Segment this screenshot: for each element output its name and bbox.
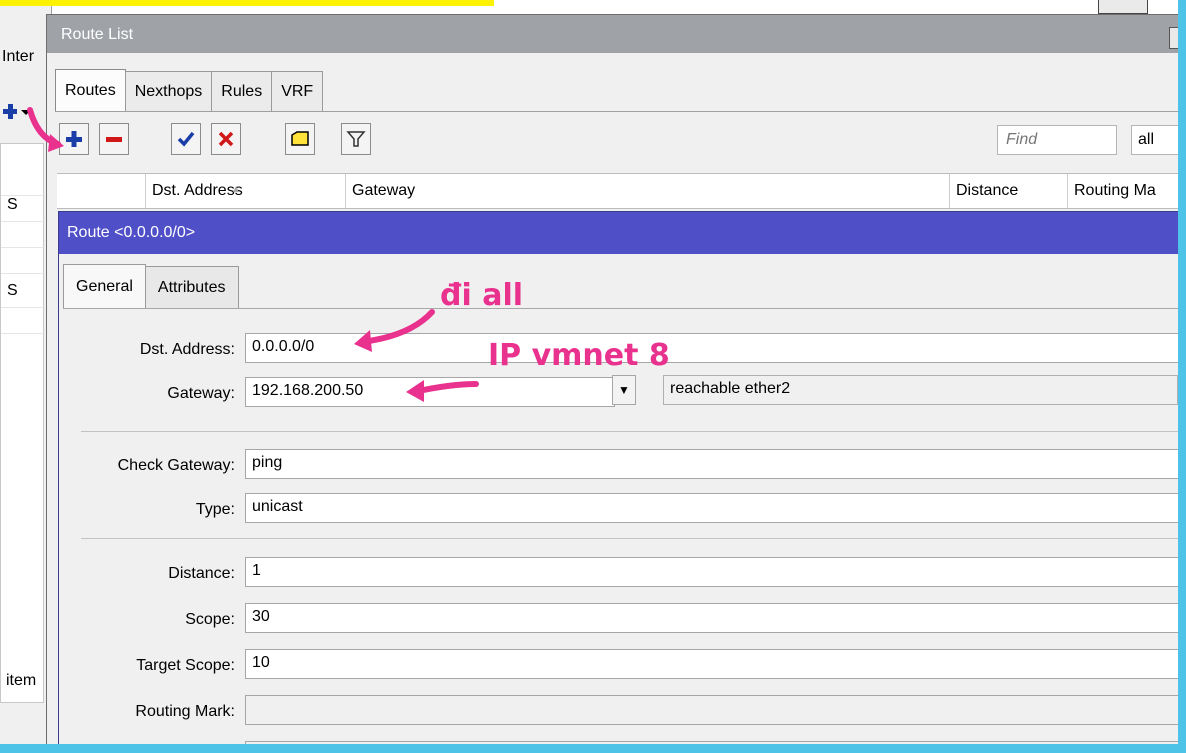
route-list-title: Route List [61,26,134,43]
column-routing-mark[interactable]: Routing Ma [1067,174,1186,208]
dst-address-label: Dst. Address: [139,341,235,358]
list-item [1,248,45,274]
list-item [1,308,45,334]
distance-label: Distance: [168,565,235,582]
target-scope-field[interactable]: 10 [245,649,1185,679]
check-gateway-label: Check Gateway: [117,457,235,474]
frame-edge-bottom [0,744,1186,753]
window-edge-box [1098,0,1148,14]
background-items-count: item [6,672,37,689]
frame-edge-right [1178,0,1186,753]
routing-mark-label: Routing Mark: [135,703,235,720]
route-list-toolbar: all [55,121,1186,161]
annotation-all: đi all [440,278,524,313]
tab-attributes[interactable]: Attributes [144,266,239,308]
list-item[interactable]: S [1,196,45,222]
background-list: S S [0,143,45,703]
chevron-down-icon: ▼ [618,383,630,397]
list-item[interactable]: S [1,282,45,308]
plus-icon [66,131,82,147]
distance-field[interactable]: 1 [245,557,1185,587]
check-gateway-select[interactable]: ping [245,449,1185,479]
tab-general[interactable]: General [63,264,146,308]
sort-indicator-icon: ▲ [231,184,241,195]
scope-label: Scope: [185,611,235,628]
top-highlight-strip [0,0,494,6]
gateway-status: reachable ether2 [663,375,1178,405]
list-item [1,170,45,196]
background-window: Inter S S item [0,6,52,753]
routes-table-header: Dst. Address ▲ Gateway Distance Routing … [57,173,1185,209]
column-gateway[interactable]: Gateway [345,174,949,208]
add-button[interactable] [59,123,89,155]
dst-address-field[interactable]: 0.0.0.0/0 [245,333,1185,363]
gateway-dropdown-button[interactable]: ▼ [612,375,636,405]
section-divider [81,538,1185,539]
filter-button[interactable] [341,123,371,155]
routing-mark-select[interactable] [245,695,1185,725]
tab-rules[interactable]: Rules [211,71,273,111]
route-list-titlebar[interactable]: Route List [47,15,1185,53]
type-select[interactable]: unicast [245,493,1185,523]
list-item [1,222,45,248]
annotation-vmnet: IP vmnet 8 [488,338,670,373]
comment-icon [291,131,309,146]
remove-button[interactable] [99,123,129,155]
gateway-field[interactable]: 192.168.200.50 [245,377,615,407]
tab-nexthops[interactable]: Nexthops [124,71,213,111]
gateway-label: Gateway: [167,385,235,402]
background-add-icon[interactable] [3,101,33,123]
tab-divider [55,111,1185,112]
minus-icon [106,137,122,142]
route-dialog: Route <0.0.0.0/0> General Attributes Dst… [58,211,1186,753]
target-scope-label: Target Scope: [136,657,235,674]
tab-vrf[interactable]: VRF [271,71,324,111]
tab-routes[interactable]: Routes [55,69,126,111]
type-label: Type: [195,501,235,518]
scope-field[interactable]: 30 [245,603,1185,633]
filter-icon [346,131,366,147]
disable-button[interactable] [211,123,241,155]
background-window-label: Inter [2,48,35,65]
route-dialog-titlebar[interactable]: Route <0.0.0.0/0> [59,212,1185,254]
find-input[interactable] [997,125,1117,155]
column-distance[interactable]: Distance [949,174,1067,208]
route-dialog-title: Route <0.0.0.0/0> [67,224,196,241]
section-divider [81,431,1185,432]
check-icon [177,131,195,147]
route-list-tabs: Routes Nexthops Rules VRF [55,69,324,111]
x-icon [218,131,234,147]
comment-button[interactable] [285,123,315,155]
route-dialog-tabs: General Attributes [63,264,239,308]
column-dst-address[interactable]: Dst. Address [145,174,345,208]
enable-button[interactable] [171,123,201,155]
